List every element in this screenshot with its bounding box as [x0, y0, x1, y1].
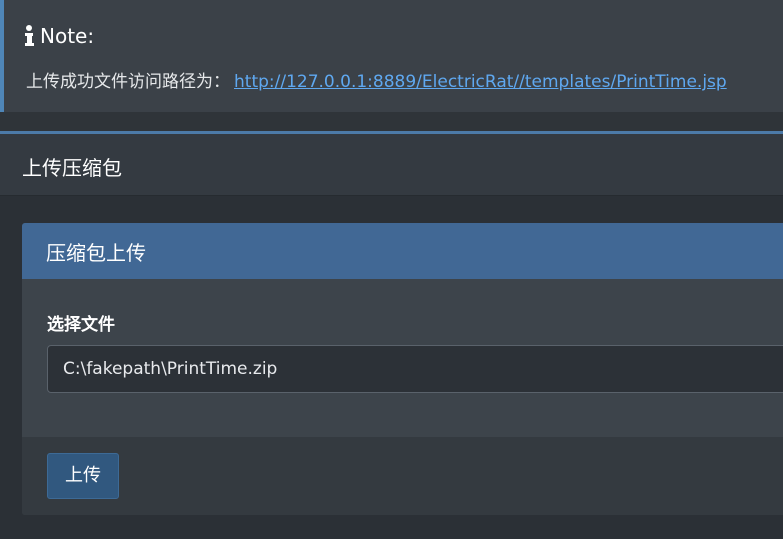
card-header: 上传压缩包 — [0, 134, 783, 196]
upload-panel: 压缩包上传 选择文件 C:\fakepath\PrintTime.zip 上传 — [22, 223, 783, 515]
page: Note: 上传成功文件访问路径为： http://127.0.0.1:8889/… — [0, 0, 783, 539]
file-field-label: 选择文件 — [47, 315, 115, 335]
note-title: Note: — [22, 24, 94, 48]
panel-footer: 上传 — [22, 437, 783, 515]
note-message-text: 上传成功文件访问路径为： — [26, 72, 230, 92]
panel-title: 压缩包上传 — [46, 241, 146, 265]
note-callout: Note: 上传成功文件访问路径为： http://127.0.0.1:8889/… — [0, 0, 783, 112]
upload-button[interactable]: 上传 — [47, 453, 119, 499]
upload-card: 上传压缩包 压缩包上传 选择文件 C:\fakepath\PrintTime.z… — [0, 131, 783, 539]
note-title-text: Note: — [40, 24, 95, 48]
card-title: 上传压缩包 — [22, 156, 122, 180]
uploaded-file-link[interactable]: http://127.0.0.1:8889/ElectricRat//templ… — [234, 72, 727, 92]
note-message: 上传成功文件访问路径为： http://127.0.0.1:8889/Electr… — [26, 67, 727, 92]
file-input[interactable]: C:\fakepath\PrintTime.zip — [47, 345, 783, 393]
info-icon — [22, 24, 36, 48]
section-gap — [0, 112, 783, 131]
panel-heading: 压缩包上传 — [22, 223, 783, 279]
